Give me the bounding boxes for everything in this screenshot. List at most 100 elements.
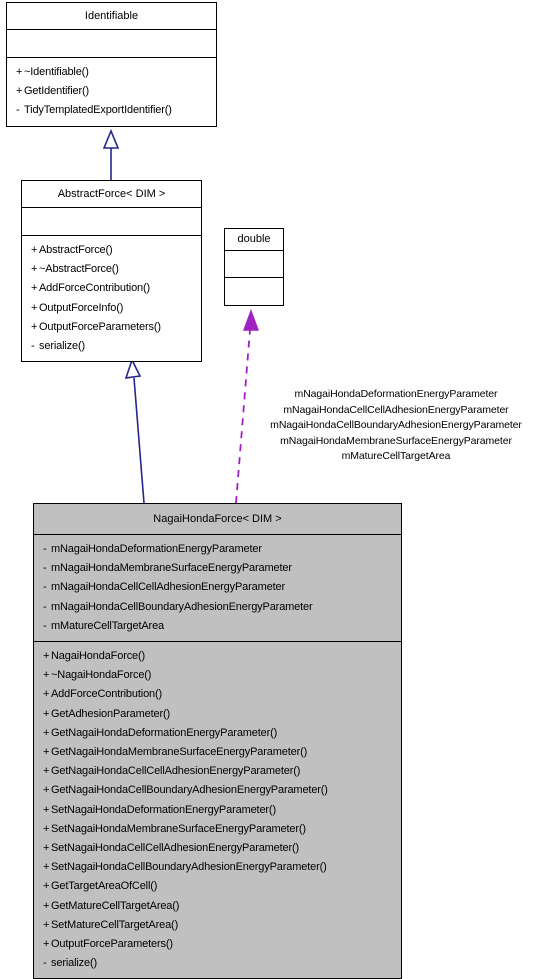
class-methods-identifiable: + ~Identifiable() + GetIdentifier() - TidyT… [7, 58, 216, 126]
visibility-marker: + [43, 765, 50, 778]
class-member-row: - mNagaiHondaCellCellAdhesionEnergyParame… [43, 578, 394, 597]
member-label: GetAdhesionParameter() [51, 707, 170, 720]
visibility-marker: + [16, 66, 23, 78]
visibility-marker: + [43, 784, 50, 797]
class-box-nagai-honda-force[interactable]: NagaiHondaForce< DIM > - mNagaiHondaDefor… [33, 503, 402, 979]
member-label: SetMatureCellTargetArea() [51, 918, 179, 931]
uml-class-diagram: Identifiable + ~Identifiable() + GetIdenti… [0, 0, 556, 979]
member-label: TidyTemplatedExportIdentifier() [24, 104, 172, 117]
class-member-row: + GetMatureCellTargetArea() [43, 897, 394, 916]
association-label: mNagaiHondaDeformationEnergyParameter [294, 388, 498, 400]
visibility-marker: + [43, 650, 50, 663]
visibility-marker: + [31, 320, 38, 333]
association-label: mMatureCellTargetArea [341, 450, 451, 462]
class-member-row: - TidyTemplatedExportIdentifier() [16, 101, 209, 120]
visibility-marker: + [43, 899, 50, 912]
member-label: mNagaiHondaDeformationEnergyParameter [51, 543, 262, 555]
class-member-row: + OutputForceInfo() [31, 299, 194, 318]
visibility-marker: + [43, 669, 50, 682]
visibility-marker: - [43, 581, 47, 594]
visibility-marker: + [43, 707, 50, 720]
class-member-row: + SetNagaiHondaDeformationEnergyParameter… [43, 801, 394, 820]
visibility-marker: + [43, 880, 50, 893]
visibility-marker: - [16, 104, 20, 117]
visibility-marker: + [43, 861, 50, 874]
class-methods-abstract-force: + AbstractForce() + ~AbstractForce() + AddF… [22, 236, 201, 361]
visibility-marker: + [43, 688, 50, 701]
member-label: mMatureCellTargetArea [51, 619, 165, 632]
class-member-row: + OutputForceParameters() [43, 935, 394, 954]
class-title-double: double [225, 229, 283, 251]
member-label: OutputForceParameters() [51, 938, 173, 951]
visibility-marker: + [43, 803, 50, 816]
member-label: GetNagaiHondaDeformationEnergyParameter(… [51, 726, 278, 739]
visibility-marker: + [31, 301, 38, 314]
member-label: GetNagaiHondaCellCellAdhesionEnergyParam… [51, 765, 301, 778]
visibility-marker: + [31, 282, 38, 295]
member-label: AbstractForce() [39, 244, 113, 256]
member-label: ~AbstractForce() [39, 263, 119, 276]
visibility-marker: - [43, 562, 47, 575]
class-member-row: + GetNagaiHondaCellCellAdhesionEnergyPara… [43, 762, 394, 781]
class-member-row: + AbstractForce() [31, 241, 194, 260]
visibility-marker: + [43, 726, 50, 739]
class-member-row: - mMatureCellTargetArea [43, 617, 394, 636]
member-label: serialize() [39, 340, 86, 353]
class-attributes-identifiable [7, 30, 216, 58]
class-member-row: + SetNagaiHondaCellBoundaryAdhesionEnergy… [43, 858, 394, 877]
class-attributes-abstract-force [22, 208, 201, 236]
member-label: SetNagaiHondaCellBoundaryAdhesionEnergyP… [51, 861, 327, 874]
class-box-abstract-force[interactable]: AbstractForce< DIM > + AbstractForce() + ~… [21, 180, 202, 363]
visibility-marker: + [43, 842, 50, 855]
visibility-marker: + [43, 938, 50, 951]
class-member-row: + ~Identifiable() [16, 63, 209, 82]
class-member-row: - mNagaiHondaMembraneSurfaceEnergyParamet… [43, 559, 394, 578]
member-label: ~NagaiHondaForce() [51, 669, 152, 682]
association-label: mNagaiHondaCellCellAdhesionEnergyParamet… [283, 403, 509, 416]
class-attributes-double [225, 251, 283, 278]
inheritance-edge-nagaihondaforce-abstractforce [124, 357, 145, 504]
visibility-marker: + [43, 918, 50, 931]
member-label: GetTargetAreaOfCell() [51, 880, 158, 893]
class-attributes-nagai-honda-force: - mNagaiHondaDeformationEnergyParameter -… [34, 535, 401, 643]
association-label: mNagaiHondaMembraneSurfaceEnergyParamete… [280, 434, 512, 447]
class-box-identifiable[interactable]: Identifiable + ~Identifiable() + GetIdenti… [6, 2, 217, 127]
member-label: GetNagaiHondaMembraneSurfaceEnergyParame… [51, 746, 308, 759]
member-label: OutputForceParameters() [39, 320, 161, 333]
member-label: AddForceContribution() [51, 688, 163, 701]
member-label: AddForceContribution() [39, 282, 151, 295]
class-member-row: + AddForceContribution() [43, 685, 394, 704]
class-title-nagai-honda-force: NagaiHondaForce< DIM > [34, 504, 401, 535]
class-member-row: + GetNagaiHondaCellBoundaryAdhesionEnergy… [43, 781, 394, 800]
association-labels-double: mNagaiHondaDeformationEnergyParameter mN… [236, 387, 556, 465]
class-member-row: + NagaiHondaForce() [43, 647, 394, 666]
visibility-marker: + [43, 746, 50, 759]
class-title-identifiable: Identifiable [7, 3, 216, 30]
class-box-double[interactable]: double [224, 228, 284, 306]
visibility-marker: + [16, 85, 23, 98]
member-label: GetMatureCellTargetArea() [51, 899, 180, 912]
class-methods-nagai-honda-force: + NagaiHondaForce() + ~NagaiHondaForce() +… [34, 642, 401, 978]
class-member-row: + ~AbstractForce() [31, 260, 194, 279]
class-member-row: + GetAdhesionParameter() [43, 705, 394, 724]
class-title-abstract-force: AbstractForce< DIM > [22, 181, 201, 208]
visibility-marker: - [43, 543, 47, 555]
visibility-marker: - [31, 340, 35, 353]
member-label: GetIdentifier() [24, 85, 89, 98]
class-member-row: + GetTargetAreaOfCell() [43, 877, 394, 896]
class-member-row: + AddForceContribution() [31, 279, 194, 298]
class-member-row: + SetMatureCellTargetArea() [43, 916, 394, 935]
member-label: SetNagaiHondaMembraneSurfaceEnergyParame… [51, 822, 306, 835]
association-label: mNagaiHondaCellBoundaryAdhesionEnergyPar… [270, 419, 522, 431]
class-member-row: - mNagaiHondaDeformationEnergyParameter [43, 540, 394, 559]
member-label: SetNagaiHondaCellCellAdhesionEnergyParam… [51, 842, 300, 855]
member-label: mNagaiHondaCellCellAdhesionEnergyParamet… [51, 581, 285, 594]
class-member-row: + ~NagaiHondaForce() [43, 666, 394, 685]
class-member-row: + OutputForceParameters() [31, 318, 194, 337]
member-label: GetNagaiHondaCellBoundaryAdhesionEnergyP… [51, 784, 328, 797]
visibility-marker: + [43, 822, 50, 835]
member-label: SetNagaiHondaDeformationEnergyParameter(… [51, 803, 276, 816]
member-label: mNagaiHondaCellBoundaryAdhesionEnergyPar… [51, 600, 313, 613]
class-member-row: - mNagaiHondaCellBoundaryAdhesionEnergyPa… [43, 598, 394, 617]
class-member-row: - serialize() [31, 337, 194, 356]
